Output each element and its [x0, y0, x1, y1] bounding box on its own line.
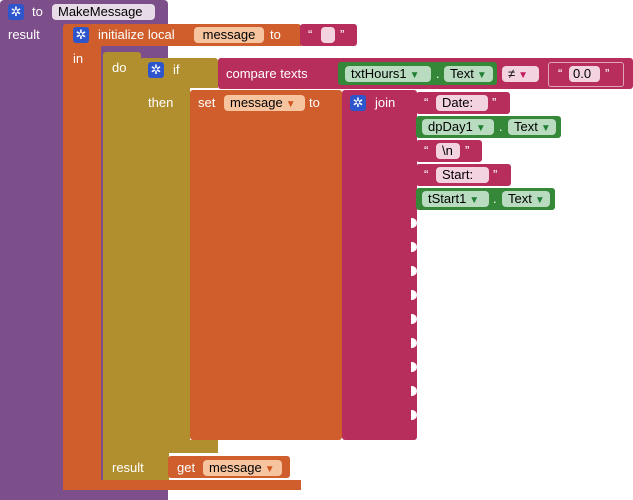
triangle-down-icon: ▼: [469, 195, 480, 206]
if-mutator-gear-icon[interactable]: ✲: [148, 62, 164, 78]
triangle-down-icon: ▼: [518, 70, 529, 81]
local-var-name-field[interactable]: message: [194, 27, 264, 43]
property-dropdown[interactable]: Text ▼: [444, 66, 493, 82]
empty-text-field[interactable]: [321, 27, 335, 43]
procedure-name-field[interactable]: MakeMessage: [52, 4, 155, 20]
do-result-label: result: [112, 460, 144, 475]
local-to-label: to: [270, 27, 281, 42]
procedure-to-label: to: [32, 4, 43, 19]
set-label: set: [198, 95, 216, 110]
open-quote: “: [424, 167, 429, 182]
then-label: then: [148, 95, 174, 110]
join-mutator-gear-icon[interactable]: ✲: [350, 95, 366, 111]
component-name: tStart1: [428, 191, 467, 206]
empty-text-open-quote: “: [308, 27, 313, 42]
empty-text-close-quote: ”: [340, 27, 345, 42]
initialize-local-label: initialize local: [98, 27, 175, 42]
get-label: get: [177, 460, 196, 475]
dot-separator: .: [436, 66, 440, 81]
component-dropdown[interactable]: tStart1 ▼: [422, 191, 489, 207]
operator-dropdown[interactable]: ≠ ▼: [502, 66, 539, 82]
triangle-down-icon: ▼: [534, 195, 545, 206]
do-label: do: [112, 60, 127, 75]
property-name: Text: [508, 191, 532, 206]
open-quote: “: [424, 143, 429, 158]
newline-text-field[interactable]: \n: [436, 143, 460, 159]
local-mutator-gear-icon[interactable]: ✲: [73, 27, 89, 43]
get-var-dropdown[interactable]: message ▼: [203, 460, 282, 476]
date-text-field[interactable]: Date:: [436, 95, 488, 111]
triangle-down-icon: ▼: [409, 70, 420, 81]
value-text-field[interactable]: 0.0: [569, 66, 600, 82]
value-close-quote: ”: [605, 66, 610, 81]
triangle-down-icon: ▼: [264, 464, 275, 475]
start-text-field[interactable]: Start:: [436, 167, 489, 183]
close-quote: ”: [465, 143, 470, 158]
triangle-down-icon: ▼: [540, 123, 551, 134]
do-result-block[interactable]: [103, 52, 141, 480]
procedure-result-label: result: [8, 27, 40, 42]
set-variable-block[interactable]: [190, 90, 342, 440]
procedure-mutator-gear-icon[interactable]: ✲: [8, 4, 24, 20]
dot-separator: .: [493, 191, 497, 206]
compare-texts-label: compare texts: [226, 66, 308, 81]
triangle-down-icon: ▼: [476, 70, 487, 81]
if-label: if: [173, 62, 180, 77]
close-quote: ”: [493, 167, 498, 182]
dot-separator: .: [499, 119, 503, 134]
local-in-label: in: [73, 51, 84, 66]
property-name: Text: [450, 66, 474, 81]
set-var-dropdown[interactable]: message ▼: [224, 95, 305, 111]
value-open-quote: “: [558, 66, 563, 81]
close-quote: ”: [492, 95, 497, 110]
component-dropdown[interactable]: dpDay1 ▼: [422, 119, 494, 135]
component-name: txtHours1: [351, 66, 407, 81]
component-dropdown[interactable]: txtHours1 ▼: [345, 66, 431, 82]
set-to-label: to: [309, 95, 320, 110]
operator-symbol: ≠: [508, 66, 516, 81]
join-label: join: [375, 95, 396, 110]
property-dropdown[interactable]: Text ▼: [508, 119, 556, 135]
property-dropdown[interactable]: Text ▼: [502, 191, 550, 207]
join-block[interactable]: [342, 90, 417, 440]
triangle-down-icon: ▼: [475, 123, 486, 134]
open-quote: “: [424, 95, 429, 110]
property-name: Text: [514, 119, 538, 134]
set-var-name: message: [230, 95, 283, 110]
triangle-down-icon: ▼: [285, 99, 296, 110]
get-var-name: message: [209, 460, 262, 475]
component-name: dpDay1: [428, 119, 473, 134]
